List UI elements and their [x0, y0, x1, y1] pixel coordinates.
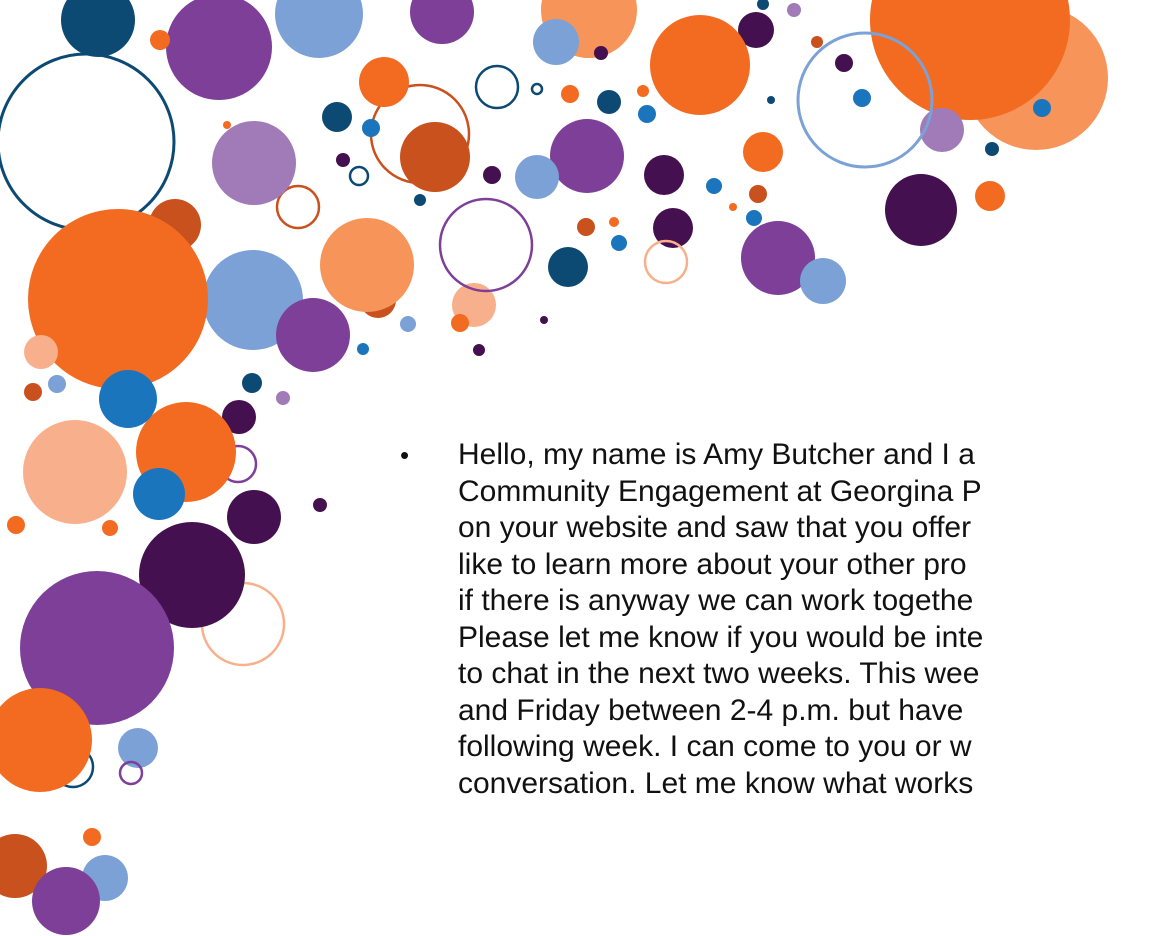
bubble-dot — [749, 185, 767, 203]
bubble-dot — [359, 57, 409, 107]
bubble-dot — [150, 30, 170, 50]
bubble-dot — [362, 119, 380, 137]
bubble-ring — [530, 82, 544, 96]
bubble-dot — [133, 468, 185, 520]
bubble-dot — [800, 258, 846, 304]
bubble-dot — [24, 383, 42, 401]
text-line-5: if there is anyway we can work togethe — [458, 584, 974, 617]
body-text-block: • Hello, my name is Amy Butcher and I a … — [400, 437, 1171, 936]
bubble-dot — [242, 373, 262, 393]
bubble-dot — [400, 122, 470, 192]
bubble-dot — [414, 194, 426, 206]
text-line-4: like to learn more about your other pro — [458, 547, 967, 581]
bubble-dot — [611, 235, 627, 251]
bubble-ring — [0, 52, 176, 232]
bubble-dot — [650, 15, 750, 115]
bubble-dot — [313, 498, 327, 512]
bubble-dot — [577, 218, 595, 236]
bubble-dot — [787, 3, 801, 17]
bubble-dot — [533, 19, 579, 65]
bubble-dot — [102, 520, 118, 536]
bubble-dot — [594, 46, 608, 60]
bubble-dot — [609, 217, 619, 227]
text-line-7: to chat in the next two weeks. This wee — [458, 657, 980, 690]
bubble-dot — [48, 375, 66, 393]
bubble-dot — [23, 420, 127, 524]
bubble-dot — [767, 96, 775, 104]
bubble-ring — [643, 239, 689, 285]
bubble-dot — [212, 121, 296, 205]
bubble-dot — [746, 210, 762, 226]
bubble-dot — [28, 209, 208, 389]
bubble-dot — [835, 54, 853, 72]
bubble-dot — [400, 316, 416, 332]
bubble-ring — [474, 64, 520, 110]
bubble-dot — [320, 218, 414, 312]
bubble-dot — [276, 298, 350, 372]
text-line-3: on your website and saw that you offer — [458, 511, 972, 544]
bubble-dot — [743, 132, 783, 172]
text-line-2: Community Engagement at Georgina P — [458, 474, 982, 508]
bubble-dot — [336, 153, 350, 167]
bubble-dot — [550, 119, 624, 193]
bubble-dot — [357, 343, 369, 355]
bubble-dot — [7, 516, 25, 534]
bubble-dot — [1033, 99, 1051, 117]
bubble-dot — [32, 867, 100, 935]
bubble-ring — [348, 165, 370, 187]
bubble-dot — [811, 36, 823, 48]
text-line-8: and Friday between 2-4 p.m. but have — [458, 693, 964, 727]
bubble-dot — [227, 490, 281, 544]
bubble-dot — [597, 90, 621, 114]
bubble-dot — [548, 247, 588, 287]
bullet-paragraph: Hello, my name is Amy Butcher and I a Co… — [458, 437, 1171, 802]
bubble-dot — [473, 344, 485, 356]
bubble-dot — [223, 121, 231, 129]
text-line-6: Please let me know if you would be inte — [458, 620, 984, 654]
bubble-dot — [83, 828, 101, 846]
bubble-dot — [166, 0, 272, 100]
bubble-dot — [853, 89, 871, 107]
bubble-dot — [637, 85, 649, 97]
bubble-dot — [975, 181, 1005, 211]
bubble-dot — [540, 316, 548, 324]
bubble-dot — [118, 728, 158, 768]
bubble-dot — [885, 174, 957, 246]
bubble-dot — [638, 105, 656, 123]
bubble-dot — [706, 178, 722, 194]
bubble-dot — [451, 314, 469, 332]
bullet-marker: • — [400, 440, 410, 470]
bubble-dot — [410, 0, 474, 44]
bubble-dot — [729, 203, 737, 211]
bubble-dot — [276, 391, 290, 405]
bubble-dot — [483, 166, 501, 184]
bubble-dot — [322, 102, 352, 132]
bubble-dot — [757, 0, 769, 10]
bubble-dot — [99, 370, 157, 428]
bubble-dot — [561, 85, 579, 103]
text-line-1: Hello, my name is Amy Butcher and I a — [458, 438, 975, 471]
text-line-9: following week. I can come to you or w — [458, 730, 972, 763]
bubble-dot — [275, 0, 363, 58]
bubble-ring — [438, 197, 534, 293]
bubble-dot — [515, 155, 559, 199]
bubble-dot — [61, 0, 135, 57]
bubble-dot — [24, 335, 58, 369]
bubble-dot — [920, 108, 964, 152]
bubble-dot — [985, 142, 999, 156]
text-line-10: conversation. Let me know what works — [458, 766, 974, 800]
bubble-dot — [644, 155, 684, 195]
